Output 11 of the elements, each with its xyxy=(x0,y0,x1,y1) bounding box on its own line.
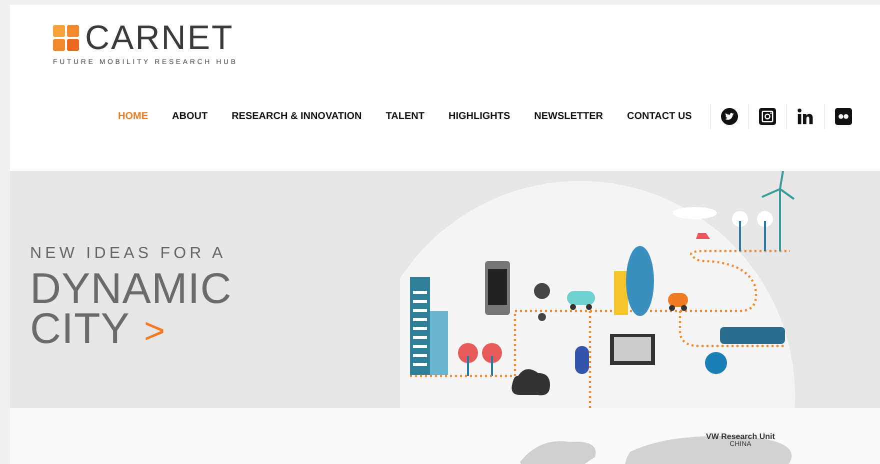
nav-link[interactable]: RESEARCH & INNOVATION xyxy=(220,111,374,122)
hero-headline: DYNAMIC xyxy=(30,269,233,309)
logo-wordmark: CARNET xyxy=(85,21,234,55)
map-location-label: VW Research Unit xyxy=(706,432,775,441)
hero-headline: CITY xyxy=(30,309,130,349)
nav-link[interactable]: ABOUT xyxy=(160,111,220,122)
nav-link[interactable]: HIGHLIGHTS xyxy=(436,111,522,122)
nav-link[interactable]: CONTACT US xyxy=(615,111,704,122)
nav-link[interactable]: TALENT xyxy=(374,111,436,122)
nav-link[interactable]: NEWSLETTER xyxy=(522,111,616,122)
hero-kicker: NEW IDEAS FOR A xyxy=(30,245,228,263)
